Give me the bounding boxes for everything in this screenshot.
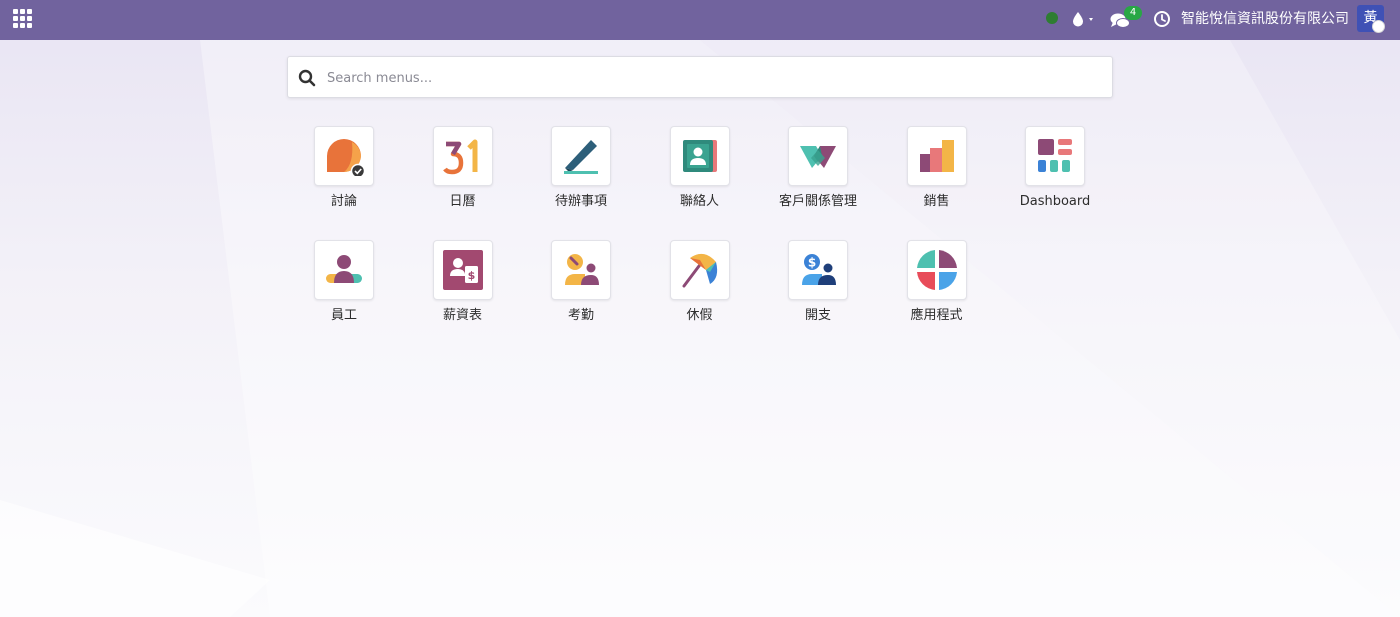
apps-icon bbox=[916, 250, 957, 290]
app-payroll[interactable]: $ 薪資表 bbox=[404, 239, 522, 339]
app-todo[interactable]: 待辦事項 bbox=[522, 125, 640, 225]
svg-text:$: $ bbox=[467, 269, 475, 282]
search-bar bbox=[287, 56, 1113, 99]
top-navbar: 4 智能悅信資訊股份有限公司 黃 bbox=[0, 0, 1400, 40]
messages-count-badge: 4 bbox=[1124, 6, 1142, 20]
todo-icon bbox=[564, 140, 598, 174]
svg-text:$: $ bbox=[808, 256, 816, 270]
apps-grid-icon bbox=[13, 9, 33, 28]
search-menus-input[interactable] bbox=[325, 57, 1099, 99]
time-off-icon bbox=[682, 253, 717, 288]
app-attendance[interactable]: 考勤 bbox=[522, 239, 640, 339]
activity-menu-button[interactable] bbox=[1071, 9, 1101, 31]
app-contacts[interactable]: 聯絡人 bbox=[641, 125, 759, 225]
calendar-icon bbox=[442, 139, 477, 175]
app-employees[interactable]: 員工 bbox=[285, 239, 403, 339]
search-icon bbox=[298, 69, 316, 87]
company-switcher[interactable]: 智能悅信資訊股份有限公司 bbox=[1181, 11, 1349, 27]
clock-icon bbox=[1154, 11, 1170, 27]
app-label: 休假 bbox=[686, 308, 713, 323]
contacts-icon bbox=[682, 140, 717, 172]
sales-icon bbox=[919, 140, 954, 172]
app-label: Dashboard bbox=[1019, 194, 1091, 209]
app-crm[interactable]: 客戶關係管理 bbox=[759, 125, 877, 225]
app-label: 待辦事項 bbox=[554, 194, 607, 209]
app-discuss[interactable]: 討論 bbox=[285, 125, 403, 225]
app-label: 應用程式 bbox=[910, 308, 963, 323]
online-status-dot bbox=[1046, 12, 1058, 24]
app-time-off[interactable]: 休假 bbox=[641, 239, 759, 339]
app-sales[interactable]: 銷售 bbox=[878, 125, 996, 225]
attendance-icon bbox=[565, 254, 599, 285]
crm-icon bbox=[800, 146, 836, 168]
app-label: 討論 bbox=[330, 194, 357, 209]
app-label: 考勤 bbox=[567, 308, 594, 323]
expenses-icon: $ bbox=[802, 254, 836, 285]
app-expenses[interactable]: $ 開支 bbox=[759, 239, 877, 339]
employees-icon bbox=[326, 255, 362, 283]
water-drop-icon bbox=[1073, 12, 1093, 27]
activities-clock-button[interactable] bbox=[1153, 10, 1171, 28]
app-label: 員工 bbox=[330, 308, 357, 323]
user-status-indicator bbox=[1372, 20, 1385, 33]
dashboard-icon bbox=[1038, 139, 1072, 172]
app-label: 客戶關係管理 bbox=[778, 194, 857, 209]
apps-menu-button[interactable] bbox=[13, 9, 33, 29]
messages-button[interactable]: 4 bbox=[1110, 6, 1142, 34]
app-apps[interactable]: 應用程式 bbox=[878, 239, 996, 339]
app-label: 薪資表 bbox=[442, 308, 482, 323]
app-label: 銷售 bbox=[923, 194, 950, 209]
app-label: 聯絡人 bbox=[679, 194, 719, 209]
discuss-icon bbox=[327, 139, 364, 176]
app-label: 開支 bbox=[804, 308, 831, 323]
payroll-icon: $ bbox=[442, 250, 483, 290]
app-calendar[interactable]: 日曆 bbox=[404, 125, 522, 225]
app-label: 日曆 bbox=[449, 194, 476, 209]
app-dashboard[interactable]: Dashboard bbox=[996, 125, 1114, 225]
